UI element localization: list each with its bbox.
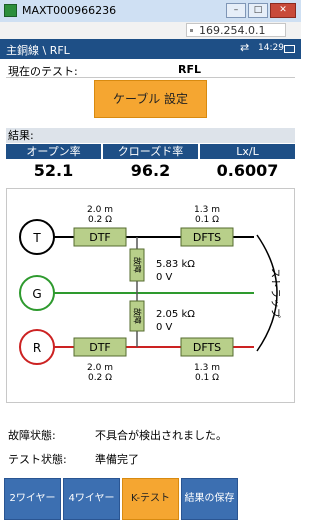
breadcrumb[interactable]: 主銅線 \ RFL — [6, 42, 70, 58]
lower-fault-resistance: 2.05 kΩ — [156, 309, 195, 320]
bottom-dtf-label: DTF — [89, 341, 111, 354]
open-rate-value: 52.1 — [33, 161, 74, 180]
r-node-label: R — [33, 341, 41, 355]
bottom-dtf-length: 2.0 m — [87, 363, 113, 373]
lx-l-value: 0.6007 — [216, 161, 279, 180]
nav-bar: 主銅線 \ RFL ⇄ 14:29 — [0, 39, 301, 59]
strap-label: ストラップ — [269, 268, 281, 318]
close-button[interactable]: ✕ — [270, 3, 296, 18]
t-node-label: T — [32, 231, 41, 245]
connection-dot-icon — [190, 29, 193, 32]
battery-icon — [284, 45, 295, 53]
ip-address-field[interactable]: 169.254.0.1 — [186, 23, 286, 37]
save-results-button[interactable]: 結果の保存 — [181, 478, 238, 520]
current-test-value: RFL — [178, 63, 201, 76]
fault-state-label: 故障状態: — [8, 429, 56, 442]
open-rate-header: オープン率 — [6, 144, 101, 159]
k-test-button[interactable]: K-テスト — [122, 478, 179, 520]
fault-state-value: 不具合が検出されました。 — [95, 429, 227, 442]
fault-diagram: T G R DTF 2.0 m 0.2 Ω DFTS 1.3 m 0.1 Ω D… — [6, 188, 295, 403]
app-icon — [4, 4, 17, 17]
closed-rate-value: 96.2 — [130, 161, 171, 180]
transfer-icon[interactable]: ⇄ — [240, 41, 249, 54]
top-dfts-resistance: 0.1 Ω — [195, 215, 219, 225]
g-node-label: G — [32, 287, 41, 301]
window-title: MAXT000966236 — [22, 4, 117, 17]
top-dtf-length: 2.0 m — [87, 205, 113, 215]
lower-fault-label: 故障 — [133, 308, 143, 324]
top-dfts-label: DFTS — [193, 231, 221, 244]
upper-fault-resistance: 5.83 kΩ — [156, 259, 195, 270]
minimize-button[interactable]: – — [226, 3, 246, 18]
maximize-button[interactable]: □ — [248, 3, 268, 18]
top-dfts-length: 1.3 m — [194, 205, 220, 215]
bottom-dfts-resistance: 0.1 Ω — [195, 373, 219, 383]
clock: 14:29 — [258, 43, 284, 53]
divider — [6, 77, 295, 78]
upper-fault-voltage: 0 V — [156, 272, 173, 283]
cable-settings-button[interactable]: ケーブル 設定 — [94, 80, 207, 118]
upper-fault-label: 故障 — [133, 257, 143, 273]
lx-l-header: Lx/L — [200, 144, 295, 159]
address-bar: 169.254.0.1 — [0, 22, 301, 40]
test-state-value: 準備完了 — [95, 453, 139, 466]
bottom-dfts-length: 1.3 m — [194, 363, 220, 373]
bottom-dtf-resistance: 0.2 Ω — [88, 373, 112, 383]
results-header: 結果: — [6, 128, 295, 143]
closed-rate-header: クローズド率 — [103, 144, 198, 159]
window-titlebar: MAXT000966236 – □ ✕ — [0, 0, 301, 23]
top-dtf-resistance: 0.2 Ω — [88, 215, 112, 225]
two-wire-button[interactable]: 2ワイヤー — [4, 478, 61, 520]
lower-fault-voltage: 0 V — [156, 322, 173, 333]
bottom-dfts-label: DFTS — [193, 341, 221, 354]
top-dtf-label: DTF — [89, 231, 111, 244]
four-wire-button[interactable]: 4ワイヤー — [63, 478, 120, 520]
test-state-label: テスト状態: — [8, 453, 67, 466]
